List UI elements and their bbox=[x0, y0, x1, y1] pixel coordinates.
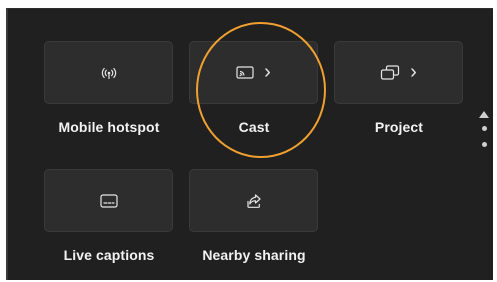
chevron-right-icon: › bbox=[410, 60, 417, 83]
page-indicator[interactable] bbox=[474, 109, 494, 169]
cast-icon bbox=[236, 66, 254, 79]
tile-label-mobile-hotspot: Mobile hotspot bbox=[58, 119, 160, 135]
chevron-right-icon: › bbox=[264, 60, 271, 83]
project-button[interactable]: › bbox=[334, 41, 463, 104]
nearby-sharing-button[interactable] bbox=[189, 169, 318, 232]
live-captions-button[interactable] bbox=[44, 169, 173, 232]
quick-settings-panel: Mobile hotspot › Cast › Project Live cap… bbox=[6, 8, 493, 280]
page-dot bbox=[482, 126, 487, 131]
tile-label-nearby-sharing: Nearby sharing bbox=[202, 247, 306, 263]
mobile-hotspot-icon bbox=[101, 67, 117, 79]
tile-label-project: Project bbox=[374, 119, 424, 135]
tile-label-live-captions: Live captions bbox=[63, 247, 155, 263]
scroll-up-icon[interactable] bbox=[479, 111, 489, 118]
nearby-sharing-icon bbox=[246, 193, 262, 209]
mobile-hotspot-button[interactable] bbox=[44, 41, 173, 104]
page-dot bbox=[482, 142, 487, 147]
cast-button[interactable]: › bbox=[189, 41, 318, 104]
tile-label-cast: Cast bbox=[238, 119, 270, 135]
live-captions-icon bbox=[99, 193, 118, 208]
project-icon bbox=[380, 64, 400, 81]
